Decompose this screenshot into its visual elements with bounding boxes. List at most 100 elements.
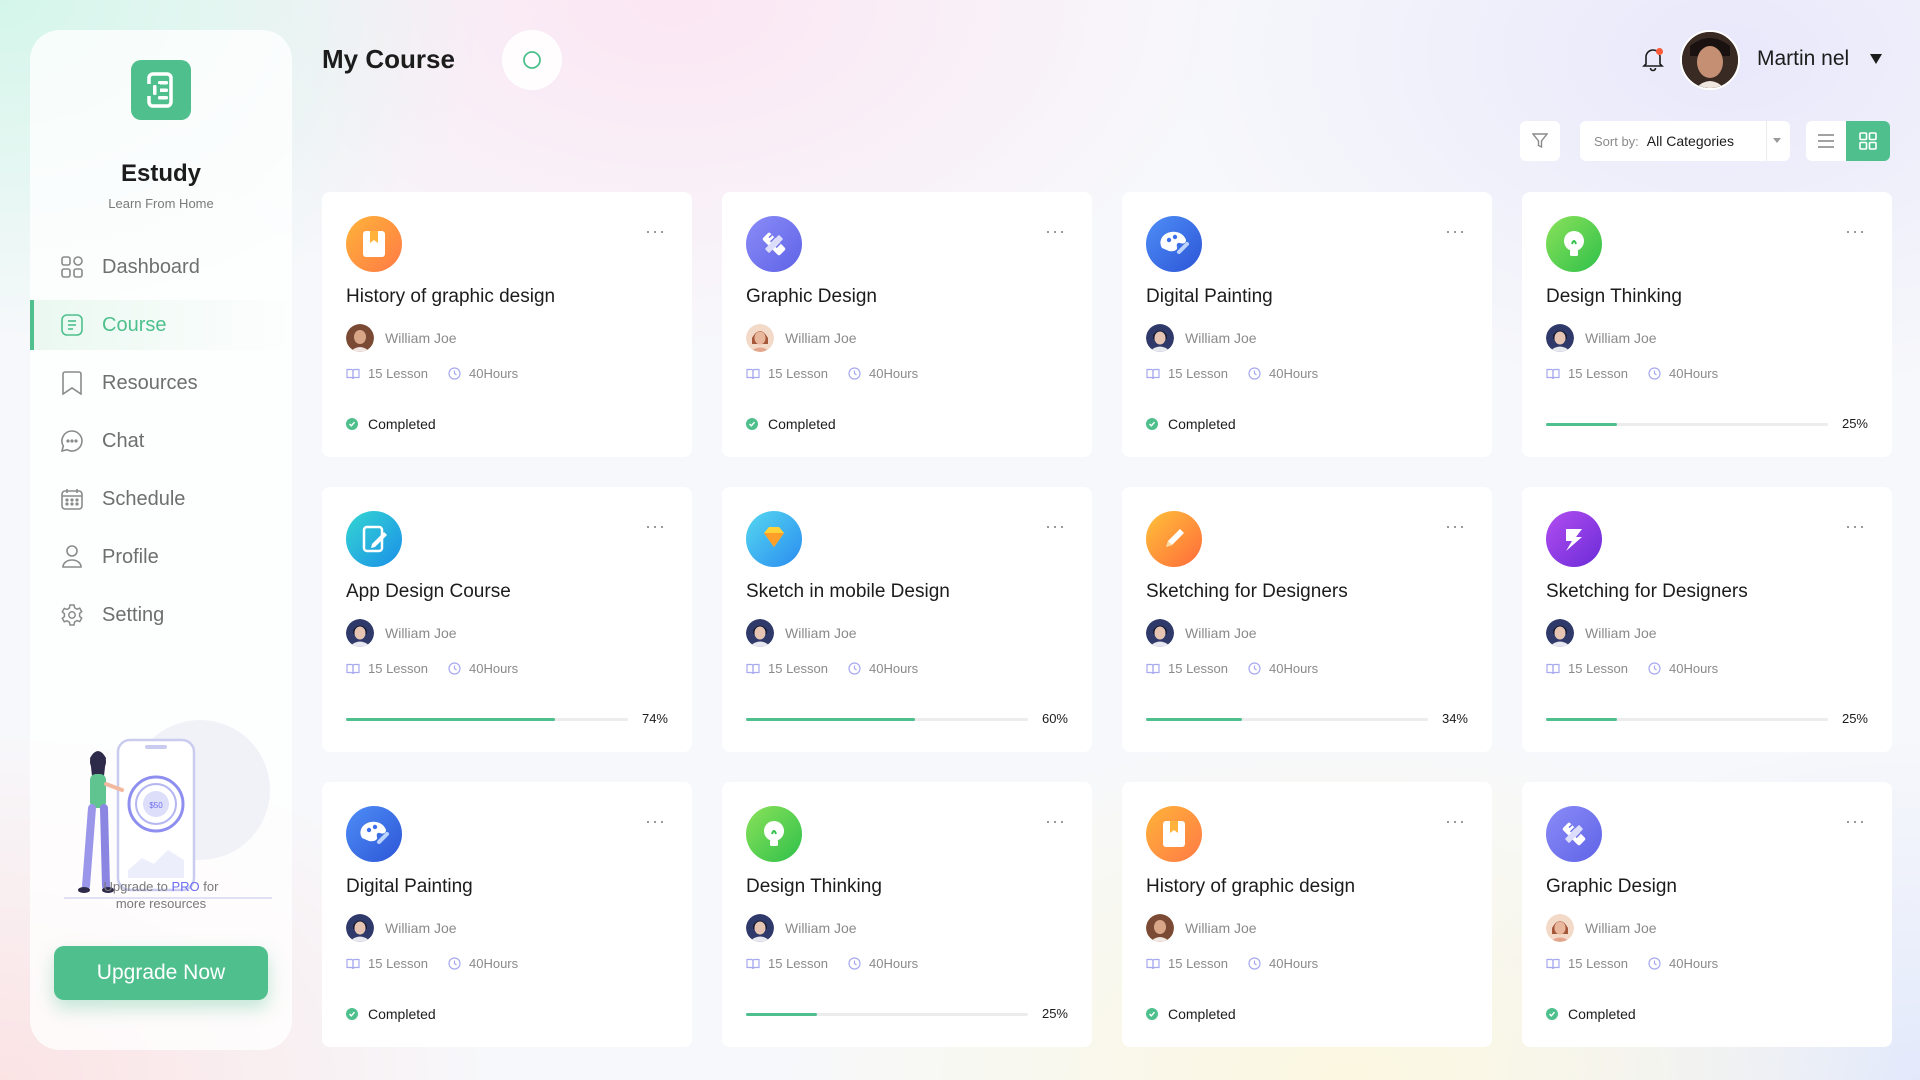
user-avatar[interactable] (1680, 30, 1740, 90)
course-card[interactable]: ··· Digital Painting William Joe 15 Less… (1122, 192, 1492, 457)
lesson-count: 15 Lesson (746, 366, 828, 381)
course-title[interactable]: Graphic Design (1546, 876, 1677, 898)
progress-percent: 25% (1841, 711, 1868, 726)
palette-icon (1146, 216, 1202, 272)
more-options-icon[interactable]: ··· (645, 222, 666, 240)
status-text: Completed (1168, 1006, 1236, 1022)
instructor-avatar (1546, 324, 1574, 352)
course-card[interactable]: ··· Sketching for Designers William Joe … (1122, 487, 1492, 752)
course-hours: 40Hours (1648, 956, 1718, 971)
instructor-name: William Joe (1185, 330, 1257, 346)
logo[interactable] (131, 60, 191, 120)
clock-icon (848, 957, 861, 970)
more-options-icon[interactable]: ··· (1045, 812, 1066, 830)
course-title[interactable]: Graphic Design (746, 286, 877, 308)
filter-button[interactable] (1520, 121, 1560, 161)
course-title[interactable]: Digital Painting (1146, 286, 1273, 308)
sidebar-item-label: Schedule (102, 487, 186, 510)
book-open-icon (746, 958, 760, 969)
course-card[interactable]: ··· Sketch in mobile Design William Joe … (722, 487, 1092, 752)
course-meta: 15 Lesson 40Hours (1146, 661, 1338, 676)
lesson-count: 15 Lesson (346, 661, 428, 676)
lesson-count-text: 15 Lesson (768, 366, 828, 381)
instructor-name: William Joe (385, 330, 457, 346)
instructor-name: William Joe (385, 920, 457, 936)
sidebar-item-chat[interactable]: Chat (30, 416, 292, 466)
book-open-icon (746, 368, 760, 379)
course-card[interactable]: ··· Sketching for Designers William Joe … (1522, 487, 1892, 752)
course-hours: 40Hours (448, 366, 518, 381)
course-card[interactable]: ··· App Design Course William Joe 15 Les… (322, 487, 692, 752)
course-card[interactable]: ··· Graphic Design William Joe 15 Lesson… (1522, 782, 1892, 1047)
course-icon-badge (746, 216, 802, 272)
clock-icon (1248, 367, 1261, 380)
lesson-count-text: 15 Lesson (768, 661, 828, 676)
sidebar-item-course[interactable]: Course (30, 300, 292, 350)
sidebar-item-label: Resources (102, 371, 198, 394)
upgrade-now-button[interactable]: Upgrade Now (54, 946, 268, 1000)
list-view-button[interactable] (1806, 121, 1846, 161)
course-meta: 15 Lesson 40Hours (346, 661, 538, 676)
more-options-icon[interactable]: ··· (1445, 222, 1466, 240)
more-options-icon[interactable]: ··· (1845, 517, 1866, 535)
bookmark-book-icon (1146, 806, 1202, 862)
sidebar-item-resources[interactable]: Resources (30, 358, 292, 408)
filter-icon (1532, 133, 1548, 149)
course-card[interactable]: ··· Graphic Design William Joe 15 Lesson… (722, 192, 1092, 457)
instructor-avatar (1146, 619, 1174, 647)
course-hours: 40Hours (448, 661, 518, 676)
sidebar-item-schedule[interactable]: Schedule (30, 474, 292, 524)
lesson-count-text: 15 Lesson (1568, 661, 1628, 676)
more-options-icon[interactable]: ··· (1445, 812, 1466, 830)
check-circle-icon (1546, 1008, 1558, 1020)
user-name[interactable]: Martin nel (1757, 47, 1849, 71)
status-completed: Completed (1146, 416, 1236, 432)
more-options-icon[interactable]: ··· (1845, 812, 1866, 830)
progress-bar (746, 1013, 1028, 1016)
course-title[interactable]: Sketching for Designers (1146, 581, 1348, 603)
search-button[interactable] (502, 30, 562, 90)
more-options-icon[interactable]: ··· (1445, 517, 1466, 535)
course-title[interactable]: Design Thinking (746, 876, 882, 898)
sidebar-item-dashboard[interactable]: Dashboard (30, 242, 292, 292)
course-title[interactable]: Digital Painting (346, 876, 473, 898)
course-hours: 40Hours (1248, 956, 1318, 971)
course-title[interactable]: Sketch in mobile Design (746, 581, 950, 603)
course-title[interactable]: History of graphic design (1146, 876, 1355, 898)
check-circle-icon (746, 418, 758, 430)
notification-bell-icon[interactable] (1640, 46, 1666, 72)
more-options-icon[interactable]: ··· (645, 812, 666, 830)
more-options-icon[interactable]: ··· (645, 517, 666, 535)
instructor-name: William Joe (385, 625, 457, 641)
sidebar-nav: Dashboard Course Resources Chat Schedule (30, 242, 292, 648)
course-card[interactable]: ··· Digital Painting William Joe 15 Less… (322, 782, 692, 1047)
instructor-name: William Joe (1585, 330, 1657, 346)
book-open-icon (346, 368, 360, 379)
course-instructor: William Joe (746, 914, 857, 942)
course-title[interactable]: History of graphic design (346, 286, 555, 308)
sort-dropdown[interactable]: Sort by: All Categories (1580, 121, 1790, 161)
user-menu-caret-icon[interactable] (1870, 54, 1882, 64)
course-meta: 15 Lesson 40Hours (746, 956, 938, 971)
grid-view-button[interactable] (1846, 121, 1890, 161)
sort-divider (1766, 121, 1767, 161)
sidebar-item-setting[interactable]: Setting (30, 590, 292, 640)
lesson-count: 15 Lesson (346, 366, 428, 381)
more-options-icon[interactable]: ··· (1045, 517, 1066, 535)
sidebar-item-profile[interactable]: Profile (30, 532, 292, 582)
course-grid: ··· History of graphic design William Jo… (322, 192, 1892, 1047)
course-card[interactable]: ··· History of graphic design William Jo… (322, 192, 692, 457)
course-card[interactable]: ··· Design Thinking William Joe 15 Lesso… (722, 782, 1092, 1047)
course-title[interactable]: Design Thinking (1546, 286, 1682, 308)
more-options-icon[interactable]: ··· (1045, 222, 1066, 240)
clock-icon (448, 662, 461, 675)
course-card[interactable]: ··· Design Thinking William Joe 15 Lesso… (1522, 192, 1892, 457)
course-title[interactable]: Sketching for Designers (1546, 581, 1748, 603)
lesson-count-text: 15 Lesson (768, 956, 828, 971)
more-options-icon[interactable]: ··· (1845, 222, 1866, 240)
course-card[interactable]: ··· History of graphic design William Jo… (1122, 782, 1492, 1047)
ruler-pencil-icon (746, 216, 802, 272)
course-title[interactable]: App Design Course (346, 581, 511, 603)
status-completed: Completed (1146, 1006, 1236, 1022)
book-open-icon (1146, 663, 1160, 674)
